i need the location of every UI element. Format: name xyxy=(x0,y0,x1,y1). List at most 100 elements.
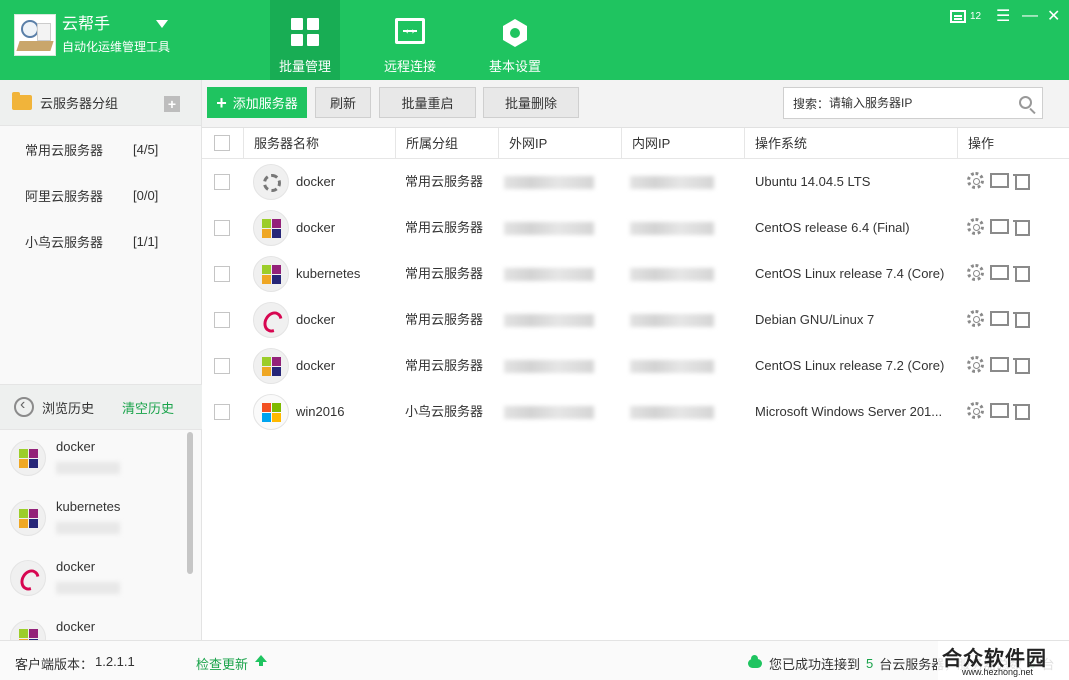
row-checkbox[interactable] xyxy=(214,266,230,282)
sidebar-group-common[interactable]: 常用云服务器 [4/5] xyxy=(0,126,201,172)
row-checkbox[interactable] xyxy=(214,312,230,328)
message-count: 12 xyxy=(970,10,982,22)
redacted-wan-ip xyxy=(504,176,594,189)
table-row[interactable]: docker 常用云服务器 Ubuntu 14.04.5 LTS xyxy=(202,159,1069,205)
select-all-checkbox[interactable] xyxy=(214,135,230,151)
redacted-wan-ip xyxy=(504,268,594,281)
trash-icon[interactable] xyxy=(1013,172,1030,190)
watermark-url: www.hezhong.net xyxy=(962,667,1034,677)
minimize-icon[interactable]: — xyxy=(1022,6,1038,26)
centos-icon xyxy=(253,348,289,384)
tab-label: 基本设置 xyxy=(488,59,541,74)
add-group-icon[interactable]: + xyxy=(164,96,180,112)
gear-icon[interactable] xyxy=(967,172,984,189)
trash-icon[interactable] xyxy=(1013,218,1030,236)
clear-history-link[interactable]: 清空历史 xyxy=(122,398,174,417)
row-checkbox[interactable] xyxy=(214,404,230,420)
search-input[interactable] xyxy=(829,96,1010,110)
table-row[interactable]: docker 常用云服务器 CentOS release 6.4 (Final) xyxy=(202,205,1069,251)
redacted-ip xyxy=(56,462,120,474)
row-checkbox[interactable] xyxy=(214,220,230,236)
redacted-lan-ip xyxy=(630,176,714,189)
brand: 云帮手 自动化运维管理工具 xyxy=(14,14,170,56)
monitor-icon[interactable] xyxy=(990,218,1009,235)
header-name: 服务器名称 xyxy=(244,128,396,159)
refresh-button[interactable]: 刷新 xyxy=(315,87,371,118)
monitor-icon[interactable] xyxy=(990,172,1009,189)
table-row[interactable]: docker 常用云服务器 Debian GNU/Linux 7 xyxy=(202,297,1069,343)
batch-reboot-button[interactable]: 批量重启 xyxy=(379,87,476,118)
history-scrollbar[interactable] xyxy=(187,432,193,574)
trash-icon[interactable] xyxy=(1013,264,1030,282)
gear-icon[interactable] xyxy=(967,402,984,419)
close-icon[interactable]: ✕ xyxy=(1047,6,1060,26)
gear-icon[interactable] xyxy=(967,264,984,281)
table-header: 服务器名称 所属分组 外网IP 内网IP 操作系统 操作 xyxy=(202,128,1069,159)
redacted-lan-ip xyxy=(630,314,714,327)
server-os: Ubuntu 14.04.5 LTS xyxy=(755,174,871,189)
server-group: 常用云服务器 xyxy=(405,358,484,373)
account-dropdown-icon[interactable] xyxy=(156,20,168,28)
history-item[interactable]: docker xyxy=(0,612,195,640)
history-item[interactable]: docker xyxy=(0,552,195,612)
redacted-wan-ip xyxy=(504,314,594,327)
tab-label: 批量管理 xyxy=(278,59,331,74)
monitor-icon[interactable] xyxy=(990,310,1009,327)
add-server-button[interactable]: + 添加服务器 xyxy=(207,87,307,118)
group-count: [0/0] xyxy=(133,187,159,203)
debian-icon xyxy=(10,560,46,596)
gear-icon[interactable] xyxy=(967,356,984,373)
row-checkbox[interactable] xyxy=(214,174,230,190)
tab-remote-connect[interactable]: 远程连接 xyxy=(372,0,448,80)
server-group: 小鸟云服务器 xyxy=(405,404,484,419)
row-actions xyxy=(967,402,1030,420)
tab-batch-manage[interactable]: 批量管理 xyxy=(270,0,340,80)
server-group: 常用云服务器 xyxy=(405,312,484,327)
monitor-icon[interactable] xyxy=(990,264,1009,281)
header-ops: 操作 xyxy=(968,136,995,151)
batch-delete-button[interactable]: 批量删除 xyxy=(483,87,579,118)
check-update-link[interactable]: 检查更新 xyxy=(196,654,248,673)
connected-count: 5 xyxy=(866,656,874,671)
tab-basic-settings[interactable]: 基本设置 xyxy=(478,0,552,80)
table-row[interactable]: kubernetes 常用云服务器 CentOS Linux release 7… xyxy=(202,251,1069,297)
sidebar-group-aliyun[interactable]: 阿里云服务器 [0/0] xyxy=(0,172,201,218)
trash-icon[interactable] xyxy=(1013,356,1030,374)
message-icon xyxy=(950,9,966,23)
monitor-icon[interactable] xyxy=(990,402,1009,419)
search-label: 搜索： xyxy=(793,96,830,111)
app-logo xyxy=(14,14,56,56)
monitor-icon[interactable] xyxy=(990,356,1009,373)
message-button[interactable]: 12 xyxy=(950,6,981,26)
server-name: win2016 xyxy=(296,404,345,419)
server-table: 服务器名称 所属分组 外网IP 内网IP 操作系统 操作 docker 常用云服… xyxy=(202,128,1069,640)
toolbar: + 添加服务器 刷新 批量重启 批量删除 搜索： xyxy=(202,80,1069,128)
table-row[interactable]: win2016 小鸟云服务器 Microsoft Windows Server … xyxy=(202,389,1069,435)
remote-desktop-icon xyxy=(395,18,425,44)
select-all-cell xyxy=(202,128,244,159)
cloud-icon xyxy=(748,655,762,668)
menu-icon[interactable]: ☰ xyxy=(996,6,1010,26)
trash-icon[interactable] xyxy=(1013,310,1030,328)
sidebar-group-xiaoniao[interactable]: 小鸟云服务器 [1/1] xyxy=(0,218,201,264)
gear-icon[interactable] xyxy=(967,310,984,327)
history-item[interactable]: kubernetes xyxy=(0,492,195,552)
server-name: docker xyxy=(296,220,336,235)
search-box: 搜索： xyxy=(783,87,1043,119)
trash-icon[interactable] xyxy=(1013,402,1030,420)
row-actions xyxy=(967,264,1030,282)
history-item[interactable]: docker xyxy=(0,432,195,492)
history-item-name: docker xyxy=(56,439,96,454)
group-title: 云服务器分组 xyxy=(40,96,119,111)
table-row[interactable]: docker 常用云服务器 CentOS Linux release 7.2 (… xyxy=(202,343,1069,389)
redacted-wan-ip xyxy=(504,406,594,419)
row-checkbox[interactable] xyxy=(214,358,230,374)
redacted-lan-ip xyxy=(630,222,714,235)
gear-icon[interactable] xyxy=(967,218,984,235)
search-icon[interactable] xyxy=(1019,96,1032,109)
version-value: 1.2.1.1 xyxy=(95,654,135,669)
redacted-lan-ip xyxy=(630,360,714,373)
row-actions xyxy=(967,218,1030,236)
centos-icon xyxy=(253,256,289,292)
history-icon xyxy=(14,396,34,417)
